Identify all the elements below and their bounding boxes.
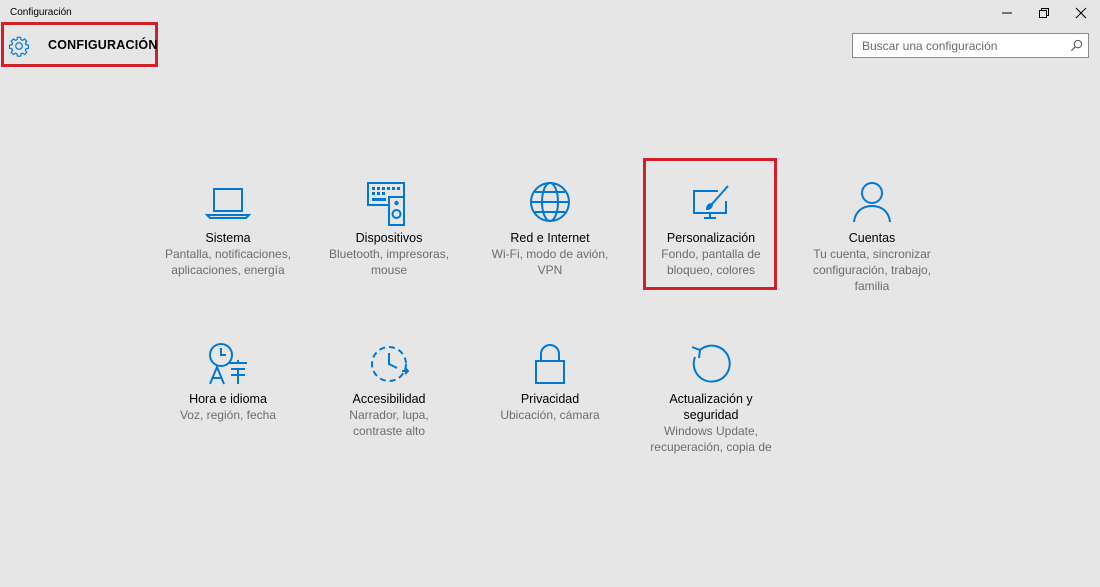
time-language-icon [209, 343, 247, 385]
tile-name: Actualización y [669, 392, 753, 406]
tile-desc-line: Wi-Fi, modo de avión, [491, 247, 609, 261]
tile-name: seguridad [683, 408, 739, 422]
tile-desc-line: VPN [537, 263, 563, 277]
tile-name: Hora e idioma [189, 392, 267, 406]
search-input[interactable] [853, 34, 1072, 57]
tile-desc-line: Ubicación, cámara [500, 408, 600, 422]
tile-desc-line: familia [854, 279, 890, 293]
minimize-icon [1002, 12, 1012, 14]
tile-desc-line: Windows Update, [663, 424, 759, 438]
window-title: Configuración [10, 7, 72, 18]
tile-desc-line: Pantalla, notificaciones, [164, 247, 292, 261]
close-button[interactable] [1064, 0, 1098, 26]
tile-accesibilidad[interactable]: Accesibilidad Narrador, lupa, contraste … [324, 341, 454, 439]
keyboard-speaker-icon [367, 182, 405, 226]
tile-name: Dispositivos [355, 231, 423, 245]
title-bar: Configuración [0, 0, 1100, 26]
page-title: CONFIGURACIÓN [48, 38, 158, 52]
gear-icon [8, 36, 30, 57]
tile-cuentas[interactable]: Cuentas Tu cuenta, sincronizar configura… [807, 180, 937, 294]
tile-actualizacion-seguridad[interactable]: Actualización y seguridad Windows Update… [646, 341, 776, 455]
paint-monitor-icon [693, 185, 729, 219]
tile-hora-idioma[interactable]: Hora e idioma Voz, región, fecha [163, 341, 293, 423]
tile-name: Privacidad [520, 392, 580, 406]
minimize-button[interactable] [990, 0, 1024, 26]
tile-desc-line: Voz, región, fecha [179, 408, 277, 422]
tile-personalizacion[interactable]: Personalización Fondo, pantalla de bloqu… [646, 180, 776, 278]
tile-desc-line: configuración, trabajo, [812, 263, 932, 277]
person-icon [853, 182, 891, 223]
restore-icon [1039, 8, 1049, 18]
tile-name: Personalización [666, 231, 756, 245]
tile-desc-line: Bluetooth, impresoras, [328, 247, 450, 261]
tile-desc-line: contraste alto [352, 424, 426, 438]
accessibility-icon [371, 346, 410, 382]
tile-name: Red e Internet [510, 231, 590, 245]
tile-name: Accesibilidad [352, 392, 426, 406]
tile-name: Cuentas [848, 231, 896, 245]
tile-dispositivos[interactable]: Dispositivos Bluetooth, impresoras, mous… [324, 180, 454, 278]
close-icon [1075, 7, 1087, 19]
tile-red-internet[interactable]: Red e Internet Wi-Fi, modo de avión, VPN [485, 180, 615, 278]
laptop-icon [205, 188, 251, 219]
tile-privacidad[interactable]: Privacidad Ubicación, cámara [485, 341, 615, 423]
tile-name: Sistema [205, 231, 251, 245]
tile-desc-line: mouse [370, 263, 408, 277]
tile-desc-line: recuperación, copia de [650, 440, 772, 454]
globe-icon [530, 182, 570, 222]
update-icon [691, 344, 731, 383]
restore-button[interactable] [1027, 0, 1061, 26]
tile-desc-line: Narrador, lupa, [349, 408, 429, 422]
tile-desc-line: Fondo, pantalla de [661, 247, 761, 261]
lock-icon [535, 344, 565, 384]
search-box[interactable] [852, 33, 1089, 58]
search-icon[interactable] [1070, 39, 1083, 52]
tile-desc-line: bloqueo, colores [666, 263, 756, 277]
tile-desc-line: aplicaciones, energía [171, 263, 285, 277]
tile-sistema[interactable]: Sistema Pantalla, notificaciones, aplica… [163, 180, 293, 278]
tile-desc-line: Tu cuenta, sincronizar [813, 247, 931, 261]
